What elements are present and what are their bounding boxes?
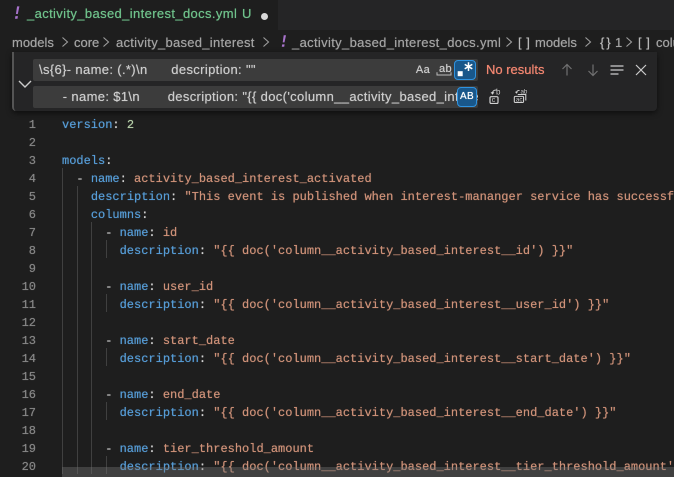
svg-text:ab: ab — [439, 63, 452, 75]
svg-text:c: c — [492, 97, 496, 104]
svg-text:b: b — [496, 88, 501, 97]
svg-text:ac: ac — [516, 96, 523, 103]
